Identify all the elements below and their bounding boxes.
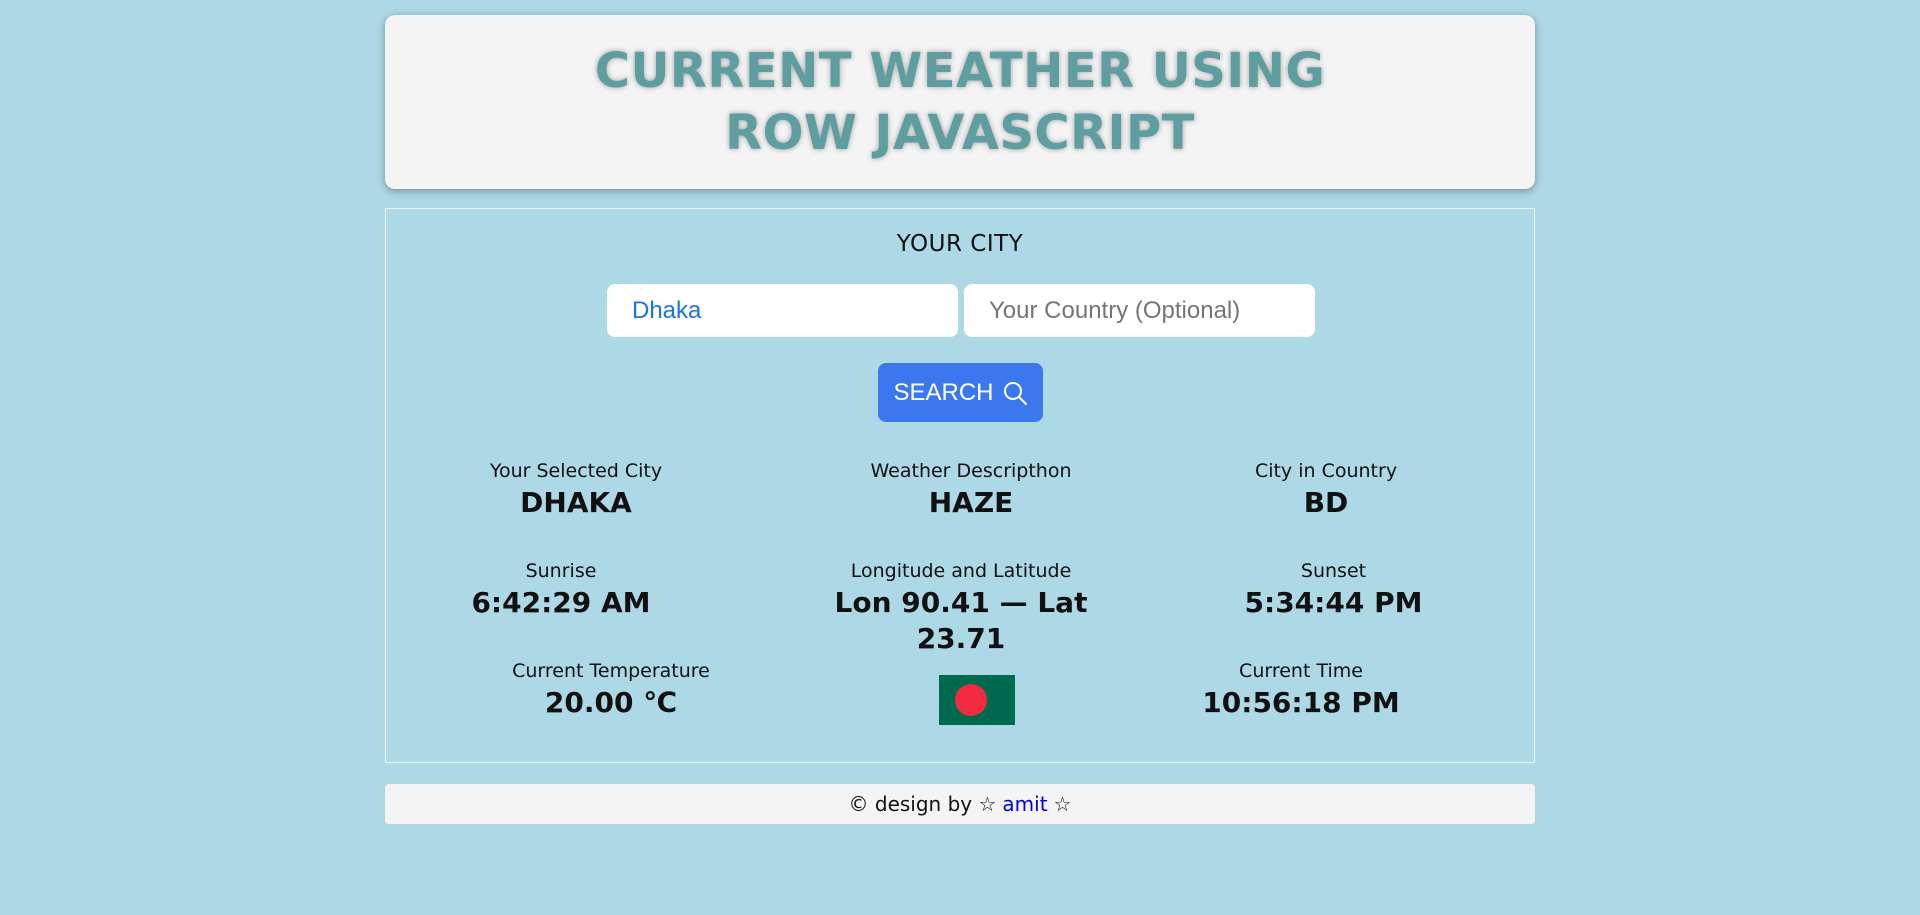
search-icon <box>1003 381 1027 405</box>
sunrise-label: Sunrise <box>525 560 597 582</box>
footer: © design by ☆ amit ☆ <box>385 784 1535 824</box>
flag-disc <box>955 684 987 716</box>
search-button-label: SEARCH <box>893 378 994 406</box>
bangladesh-flag-icon <box>939 675 1015 725</box>
country-label: City in Country <box>1254 460 1398 482</box>
coordinates-label: Longitude and Latitude <box>850 560 1072 582</box>
current-time-label: Current Time <box>1239 660 1363 682</box>
country-value: BD <box>1303 486 1349 519</box>
selected-city-label: Your Selected City <box>489 460 663 482</box>
temperature-value: 20.00 ℃ <box>544 686 678 719</box>
weather-description-label: Weather Descripthon <box>870 460 1072 482</box>
city-heading: YOUR CITY <box>896 231 1024 257</box>
search-button[interactable]: SEARCH <box>878 363 1043 422</box>
page-title: CURRENT WEATHER USING ROW JAVASCRIPT <box>594 43 1326 161</box>
weather-panel: YOUR CITY SEARCH Your Selected City DHAK… <box>385 208 1535 763</box>
weather-description-block: Weather Descripthon HAZE <box>851 459 1091 521</box>
sunset-block: Sunset 5:34:44 PM <box>1226 559 1441 621</box>
selected-city-value: DHAKA <box>520 486 632 519</box>
country-block: City in Country BD <box>1226 459 1426 521</box>
country-input[interactable] <box>964 284 1315 337</box>
selected-city-block: Your Selected City DHAKA <box>476 459 676 521</box>
sunrise-value: 6:42:29 AM <box>471 586 651 619</box>
coordinates-block: Longitude and Latitude Lon 90.41 — Lat 2… <box>791 559 1131 657</box>
sunrise-block: Sunrise 6:42:29 AM <box>451 559 671 621</box>
temperature-block: Current Temperature 20.00 ℃ <box>491 659 731 721</box>
author-link[interactable]: amit <box>1002 792 1047 816</box>
header-card: CURRENT WEATHER USING ROW JAVASCRIPT <box>385 15 1535 189</box>
sunset-label: Sunset <box>1300 560 1367 582</box>
coordinates-value: Lon 90.41 — Lat 23.71 <box>834 586 1088 655</box>
city-input[interactable] <box>607 284 958 337</box>
footer-suffix: ☆ <box>1053 792 1072 816</box>
footer-prefix: © design by ☆ <box>848 792 997 816</box>
page: CURRENT WEATHER USING ROW JAVASCRIPT YOU… <box>0 0 1920 915</box>
temperature-label: Current Temperature <box>512 660 710 682</box>
weather-description-value: HAZE <box>928 486 1014 519</box>
sunset-value: 5:34:44 PM <box>1244 586 1423 619</box>
current-time-value: 10:56:18 PM <box>1202 686 1400 719</box>
current-time-block: Current Time 10:56:18 PM <box>1186 659 1416 721</box>
